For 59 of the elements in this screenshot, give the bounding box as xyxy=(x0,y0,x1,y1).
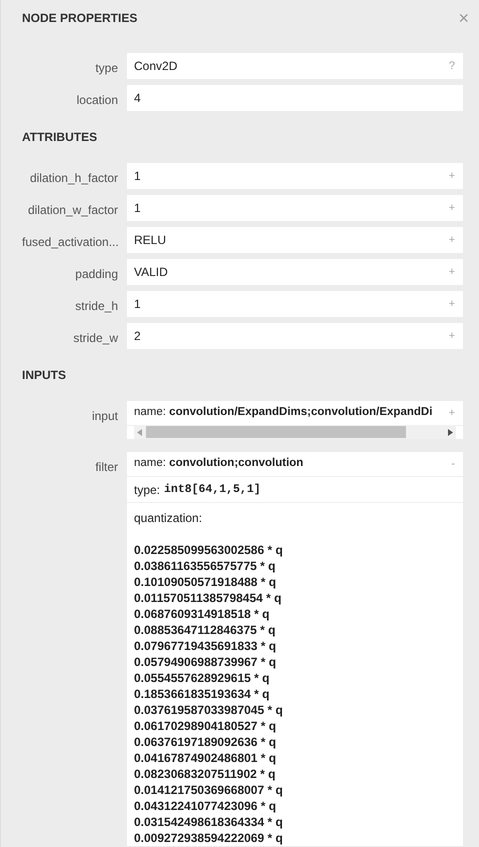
horizontal-scrollbar[interactable] xyxy=(134,425,456,439)
property-label: stride_w xyxy=(72,330,118,347)
quantization-value: 0.05794906988739967 * q xyxy=(134,654,278,670)
quantization-label: quantization: xyxy=(134,511,202,525)
quantization-value: 0.037619587033987045 * q xyxy=(134,702,284,718)
quantization-value: 0.06170298904180527 * q xyxy=(134,718,278,734)
property-label: location xyxy=(76,92,118,109)
argument-name: name: convolution/ExpandDims;convolution/ExpandDi xyxy=(134,405,434,420)
property-value: VALID xyxy=(134,264,169,281)
property-label: dilation_h_factor xyxy=(28,170,118,187)
quantization-value: 0.031542498618364334 * q xyxy=(134,814,284,830)
property-value: 1 xyxy=(134,168,142,185)
scrollbar-thumb[interactable] xyxy=(146,426,406,438)
quantization-value: 0.04167874902486801 * q xyxy=(134,750,278,766)
quantization-value: 0.07967719435691833 * q xyxy=(134,638,278,654)
expand-button[interactable]: + xyxy=(448,298,455,310)
property-value: Conv2D xyxy=(134,58,178,75)
expand-button[interactable]: + xyxy=(448,202,455,214)
type-label: type: xyxy=(134,482,160,498)
argument-name: name: convolution;convolution xyxy=(134,456,304,472)
expand-button[interactable]: + xyxy=(448,266,455,278)
quantization-value: 0.0554557628929615 * q xyxy=(134,670,270,686)
property-value: 4 xyxy=(134,90,142,107)
quantization-value: 0.0687609314918518 * q xyxy=(134,606,270,622)
property-label: dilation_w_factor xyxy=(26,202,118,219)
quantization-value: 0.1853661835193634 * q xyxy=(134,686,270,702)
property-value: 1 xyxy=(134,200,142,217)
property-label: type xyxy=(94,60,118,77)
expand-button[interactable]: + xyxy=(448,234,455,246)
panel-title: NODE PROPERTIES xyxy=(22,10,138,27)
scroll-left-icon[interactable] xyxy=(137,428,142,436)
expand-button[interactable]: + xyxy=(448,330,455,342)
expand-button[interactable]: - xyxy=(451,458,455,470)
close-button[interactable]: × xyxy=(458,9,469,27)
quantization-value: 0.022585099563002586 * q xyxy=(134,542,284,558)
quantization-value: 0.08230683207511902 * q xyxy=(134,766,276,782)
quantization-value: 0.06376197189092636 * q xyxy=(134,734,278,750)
section-title: INPUTS xyxy=(22,367,66,384)
quantization-value: 0.009272938594222069 * q xyxy=(134,830,284,846)
quantization-value: 0.011570511385798454 * q xyxy=(134,590,282,606)
property-label: input xyxy=(90,408,118,425)
expand-button[interactable]: + xyxy=(448,408,455,418)
quantization-value: 0.04312241077423096 * q xyxy=(134,798,278,814)
scroll-right-icon[interactable] xyxy=(448,428,453,436)
property-label: padding xyxy=(74,266,118,283)
section-title: ATTRIBUTES xyxy=(22,129,98,146)
property-value: RELU xyxy=(134,232,168,249)
expand-button[interactable]: ? xyxy=(448,60,455,72)
property-label: filter xyxy=(94,459,118,476)
property-label: fused_activation... xyxy=(22,234,118,251)
quantization-value: 0.014121750369668007 * q xyxy=(134,782,284,798)
quantization-value: 0.08853647112846375 * q xyxy=(134,622,276,638)
property-value: 2 xyxy=(134,328,142,345)
property-value: 1 xyxy=(134,296,142,313)
quantization-value: 0.03861163556575775 * q xyxy=(134,558,276,574)
expand-button[interactable]: + xyxy=(448,170,455,182)
property-label: stride_h xyxy=(74,298,118,315)
type-value: int8[64,1,5,1] xyxy=(164,482,261,498)
quantization-value: 0.10109050571918488 * q xyxy=(134,574,278,590)
